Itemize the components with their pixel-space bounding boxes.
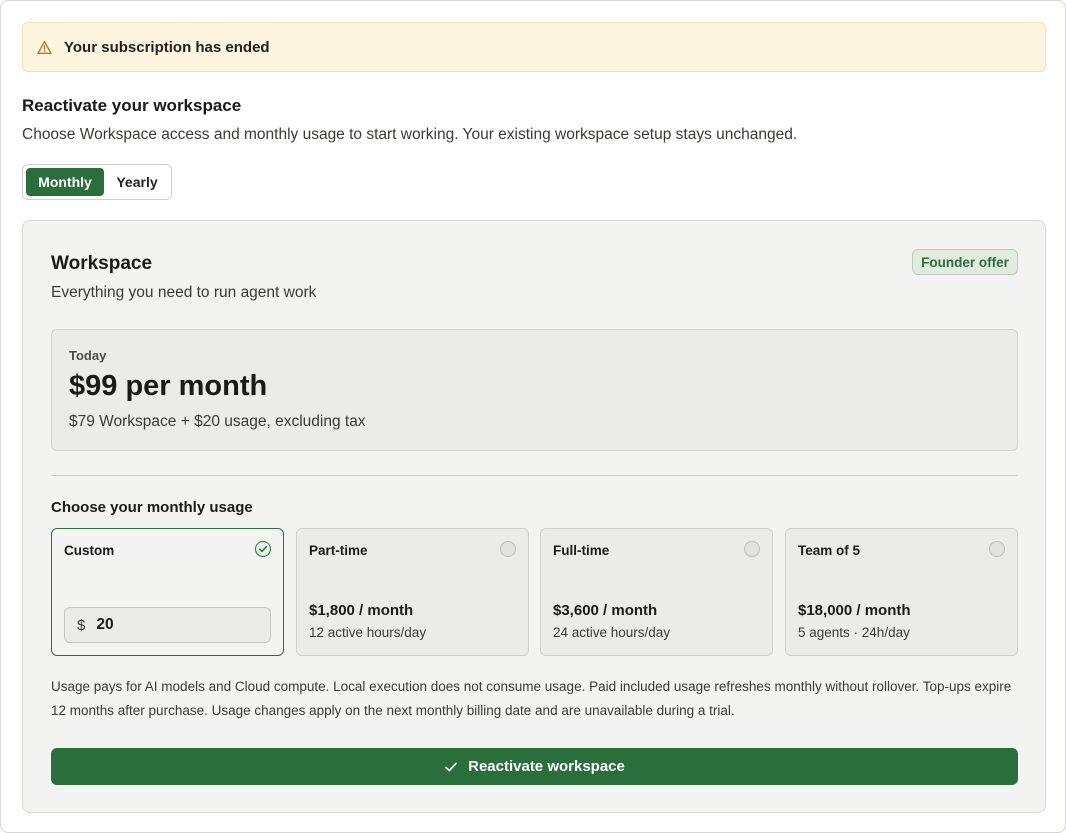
price-detail: $79 Workspace + $20 usage, excluding tax: [69, 413, 366, 430]
usage-option-name: Team of 5: [798, 543, 861, 558]
subscription-ended-banner: Your subscription has ended: [22, 22, 1046, 72]
usage-option-custom[interactable]: Custom $: [51, 528, 284, 656]
custom-usage-field: $: [64, 607, 271, 643]
usage-option-price: $3,600 / month: [553, 602, 658, 619]
reactivate-workspace-button[interactable]: Reactivate workspace: [51, 748, 1018, 785]
price-amount: $99 per month: [69, 370, 268, 402]
usage-option-price: $18,000 / month: [798, 602, 911, 619]
usage-option-name: Custom: [64, 543, 115, 558]
usage-option-name: Full-time: [553, 543, 610, 558]
plan-title: Workspace: [51, 253, 153, 274]
price-summary: Today $99 per month $79 Workspace + $20 …: [51, 329, 1018, 451]
usage-option-name: Part-time: [309, 543, 368, 558]
workspace-plan-card: Workspace Everything you need to run age…: [22, 220, 1046, 813]
usage-option-team-of-5[interactable]: Team of 5 $18,000 / month 5 agents · 24h…: [785, 528, 1018, 656]
yearly-toggle-option[interactable]: Yearly: [106, 168, 168, 196]
usage-option-full-time[interactable]: Full-time $3,600 / month 24 active hours…: [540, 528, 773, 656]
plan-description: Everything you need to run agent work: [51, 284, 317, 301]
reactivate-button-label: Reactivate workspace: [468, 758, 625, 775]
price-label: Today: [69, 348, 107, 363]
divider: [51, 475, 1018, 476]
page-subtitle: Choose Workspace access and monthly usag…: [22, 126, 798, 143]
warning-icon: [37, 40, 52, 55]
check-circle-icon: [255, 541, 271, 557]
currency-symbol: $: [77, 616, 86, 634]
usage-option-meta: 24 active hours/day: [553, 625, 671, 640]
usage-option-price: $1,800 / month: [309, 602, 414, 619]
usage-heading: Choose your monthly usage: [51, 499, 253, 516]
billing-period-toggle: Monthly Yearly: [22, 164, 172, 200]
usage-option-meta: 5 agents · 24h/day: [798, 625, 910, 640]
custom-usage-input[interactable]: [96, 616, 247, 634]
radio-circle-icon: [989, 541, 1005, 557]
radio-circle-icon: [744, 541, 760, 557]
founder-offer-badge: Founder offer: [912, 249, 1018, 275]
monthly-toggle-option[interactable]: Monthly: [26, 168, 104, 196]
page-title: Reactivate your workspace: [22, 96, 242, 115]
check-icon: [444, 760, 458, 774]
reactivation-panel: Your subscription has ended Reactivate y…: [0, 0, 1066, 833]
usage-option-part-time[interactable]: Part-time $1,800 / month 12 active hours…: [296, 528, 529, 656]
banner-text: Your subscription has ended: [64, 38, 270, 56]
radio-circle-icon: [500, 541, 516, 557]
usage-notice: Usage pays for AI models and Cloud compu…: [51, 679, 1012, 718]
usage-option-meta: 12 active hours/day: [309, 625, 427, 640]
